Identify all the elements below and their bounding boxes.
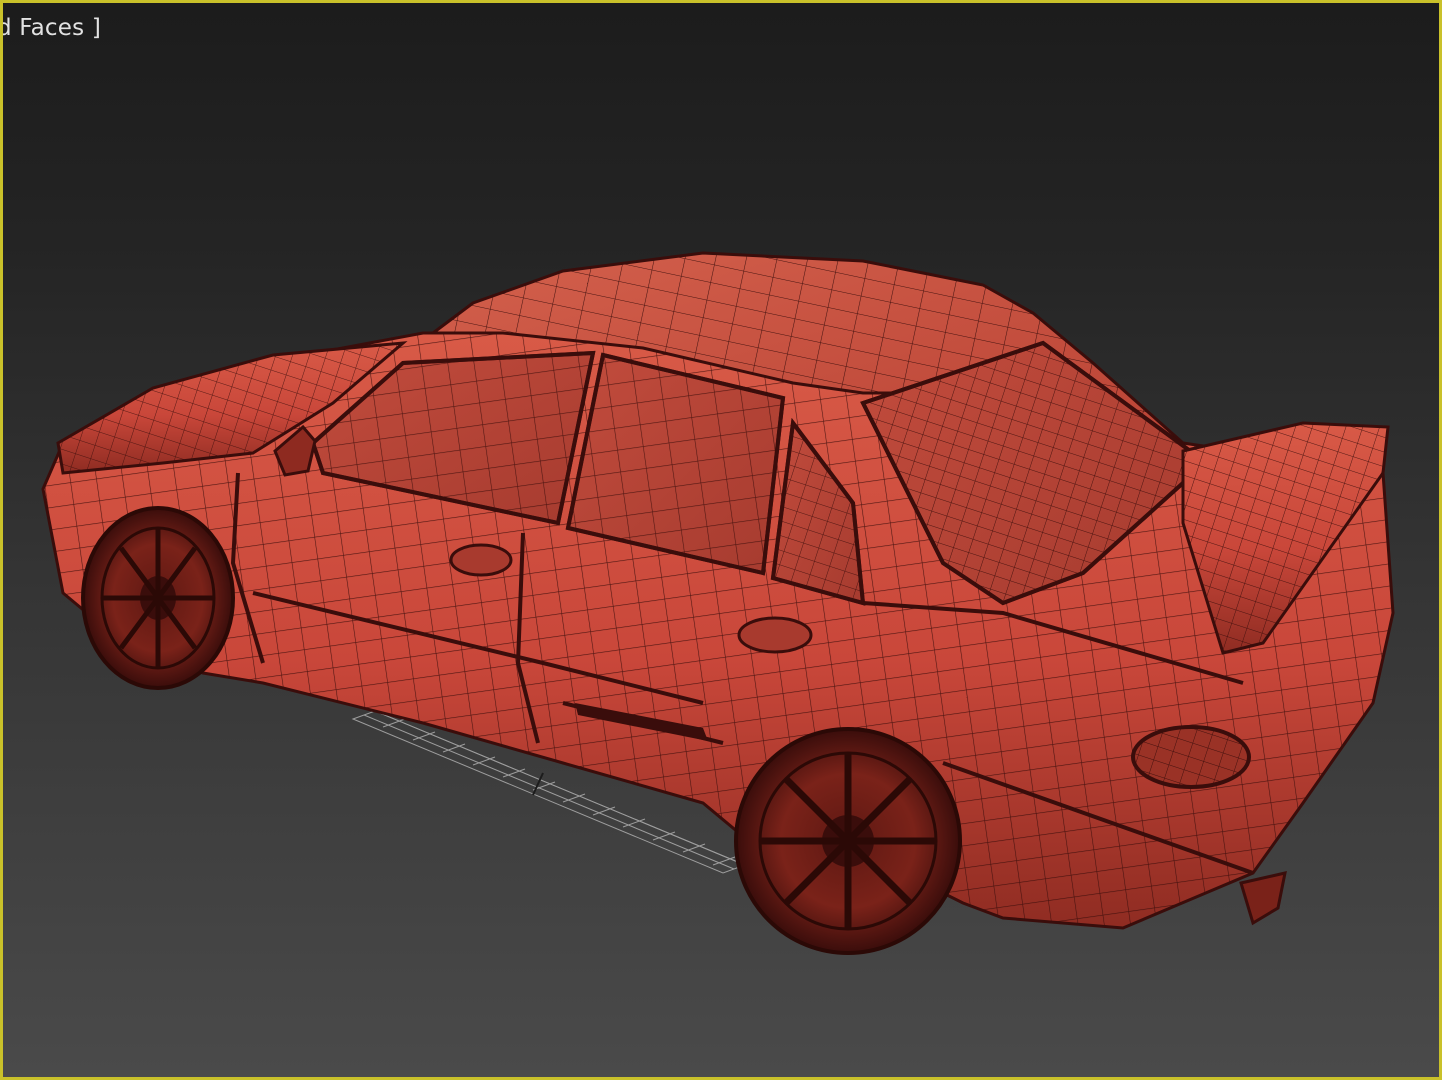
front-wheel bbox=[81, 506, 235, 690]
rear-wheel bbox=[734, 727, 962, 955]
exhaust bbox=[1239, 871, 1287, 926]
viewport[interactable]: d Faces ] bbox=[0, 0, 1442, 1080]
scene-canvas[interactable] bbox=[3, 3, 1439, 1077]
